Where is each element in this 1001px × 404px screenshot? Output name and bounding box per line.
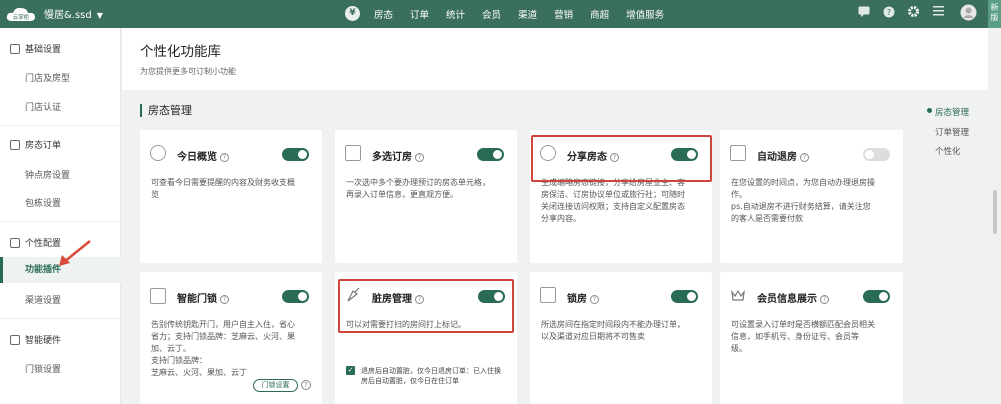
nav-stats[interactable]: 统计 <box>446 7 465 21</box>
top-bar: 云掌柜 慢居&.ssd ▼ ¥ 房态 订单 统计 会员 渠道 营销 商超 增值服务… <box>0 0 1001 28</box>
page-title: 个性化功能库 <box>140 44 221 60</box>
anchor-order-mgmt[interactable]: 订单管理 <box>935 126 969 138</box>
pie-chart-icon <box>150 145 166 161</box>
anchor-personalize[interactable]: 个性化 <box>935 145 961 157</box>
help-icon[interactable]: ? <box>301 380 311 390</box>
sidebar-group-label: 基础设置 <box>25 45 62 55</box>
feature-desc: 在您设置的时间点，为您自动办理退房操 作。 ps.自动退房不进行财务结算，请关注您的… <box>731 178 875 223</box>
feature-card-multi-booking: 多选订房? 一次选中多个要办理预订的房态单元格， 再录入订单信息，更直观方便。 <box>335 130 517 263</box>
lock-settings-button[interactable]: 门锁设置 <box>253 379 298 392</box>
feature-desc: 一次选中多个要办理预订的房态单元格， 再录入订单信息，更直观方便。 <box>346 178 490 199</box>
sidebar-item-whole-building[interactable]: 包栋设置 <box>25 196 61 209</box>
highlight-box-share <box>531 135 712 182</box>
help-icon[interactable]: ? <box>883 6 895 21</box>
orders-icon <box>10 139 20 150</box>
sidebar-group-room-orders[interactable]: 房态订单 <box>10 138 61 151</box>
nav-value-added[interactable]: 增值服务 <box>626 7 664 21</box>
personalize-icon <box>10 237 20 248</box>
feature-card-member-info: 会员信息展示? 可设置录入订单时是否横额匹配会员相关 信息，如手机号、身份证号、会… <box>720 272 903 404</box>
feature-desc: 可设置录入订单时是否横额匹配会员相关 信息，如手机号、身份证号、会员等 级。 <box>731 320 875 353</box>
feature-card-lock-room: 锁房? 所选房间在指定时间段内不能办理订单， 以及渠道对应日期将不可售卖 <box>530 272 712 404</box>
top-nav: 房态 订单 统计 会员 渠道 营销 商超 增值服务 <box>374 7 681 21</box>
feature-toggle[interactable] <box>863 290 890 303</box>
yen-icon[interactable]: ¥ <box>345 6 360 21</box>
lock-icon <box>540 287 556 303</box>
page-header: 个性化功能库 为您提供更多可订制小功能 <box>122 28 988 90</box>
help-icon[interactable]: ? <box>800 153 809 162</box>
help-icon[interactable]: ? <box>220 295 229 304</box>
feature-toggle[interactable] <box>282 148 309 161</box>
feature-toggle[interactable] <box>477 148 504 161</box>
feature-desc: 可查看今日需要提醒的内容及财务收支概览 <box>151 178 295 199</box>
caret-down-icon: ▼ <box>96 11 103 20</box>
feature-name: 今日概览? <box>177 148 229 163</box>
auto-dirty-checkbox[interactable]: ✓ <box>346 366 355 375</box>
nav-members[interactable]: 会员 <box>482 7 501 21</box>
settings-icon <box>10 43 20 54</box>
feature-name: 智能门锁? <box>177 290 229 305</box>
store-name: 慢居&.ssd <box>44 10 92 21</box>
divider <box>0 318 121 319</box>
feature-desc: 告别传统钥匙开门，用户自主入住，省心 省力；支持门锁品牌：芝麻云、火河、果 加、云丁… <box>151 320 295 377</box>
sidebar-item-store-rooms[interactable]: 门店及房型 <box>25 71 70 84</box>
svg-text:?: ? <box>887 8 891 17</box>
feature-name: 自动退房? <box>757 148 809 163</box>
sidebar: 基础设置 门店及房型 门店认证 房态订单 钟点房设置 包栋设置 个性配置 功能插… <box>0 28 121 404</box>
store-selector[interactable]: 慢居&.ssd ▼ <box>44 6 103 21</box>
checkbox-list-icon <box>345 145 361 161</box>
feature-toggle[interactable] <box>671 290 698 303</box>
feature-name: 多选订房? <box>372 148 424 163</box>
nav-orders[interactable]: 订单 <box>410 7 429 21</box>
feature-card-auto-checkout: 自动退房? 在您设置的时间点，为您自动办理退房操 作。 ps.自动退房不进行财务结算… <box>720 130 903 263</box>
crown-icon <box>730 287 746 303</box>
menu-icon[interactable] <box>933 6 944 19</box>
nav-channels[interactable]: 渠道 <box>518 7 537 21</box>
sidebar-group-hardware[interactable]: 智能硬件 <box>10 333 61 346</box>
nav-marketing[interactable]: 营销 <box>554 7 573 21</box>
avatar[interactable] <box>960 4 977 24</box>
feature-card-today-overview: 今日概览? 可查看今日需要提醒的内容及财务收支概览 <box>140 130 322 263</box>
help-icon[interactable]: ? <box>220 153 229 162</box>
help-icon[interactable]: ? <box>415 153 424 162</box>
scrollbar[interactable] <box>993 190 997 234</box>
smart-lock-icon <box>150 288 166 304</box>
logo-text: 云掌柜 <box>13 13 30 21</box>
section-title: 房态管理 <box>140 104 192 117</box>
sidebar-item-store-cert[interactable]: 门店认证 <box>25 100 61 113</box>
sidebar-group-personalize[interactable]: 个性配置 <box>10 236 61 249</box>
nav-room-status[interactable]: 房态 <box>374 7 393 21</box>
feature-toggle[interactable] <box>863 148 890 161</box>
anchor-room-status[interactable]: 房态管理 <box>935 106 969 118</box>
house-exit-icon <box>730 145 746 161</box>
hardware-icon <box>10 334 20 345</box>
message-icon[interactable] <box>858 6 870 20</box>
new-version-tag[interactable]: 新版 <box>988 0 1001 28</box>
divider <box>0 125 121 126</box>
feature-name: 锁房? <box>567 290 599 305</box>
page-subtitle: 为您提供更多可订制小功能 <box>140 67 236 76</box>
red-arrow-annotation <box>59 240 91 266</box>
feature-desc: 生成缩略房态链接，分享给房屋业主、客 房保洁、订房协议单位或旅行社；可随时 关闭连接… <box>541 178 685 223</box>
nav-store[interactable]: 商超 <box>590 7 609 21</box>
divider <box>0 221 121 222</box>
auto-dirty-option-text: 退房后自动置脏，仅今日退房订单：已入住换房后自动置脏，仅今日在住订单 <box>361 367 501 385</box>
help-icon[interactable]: ? <box>590 295 599 304</box>
sidebar-group-basic[interactable]: 基础设置 <box>10 42 61 55</box>
gear-icon[interactable] <box>907 5 920 21</box>
feature-desc: 所选房间在指定时间段内不能办理订单， 以及渠道对应日期将不可售卖 <box>541 320 685 341</box>
highlight-box-dirty-room <box>338 279 514 333</box>
feature-toggle[interactable] <box>282 290 309 303</box>
sidebar-group-label: 房态订单 <box>25 141 62 151</box>
feature-name: 会员信息展示? <box>757 290 829 305</box>
help-icon[interactable]: ? <box>820 295 829 304</box>
sidebar-group-label: 智能硬件 <box>25 336 62 346</box>
sidebar-item-lock-settings[interactable]: 门锁设置 <box>25 362 61 375</box>
active-dot <box>927 108 932 113</box>
sidebar-item-hourly-rooms[interactable]: 钟点房设置 <box>25 168 70 181</box>
sidebar-item-channel-settings[interactable]: 渠道设置 <box>25 293 61 306</box>
cloud-logo-icon[interactable]: 云掌柜 <box>5 4 37 24</box>
